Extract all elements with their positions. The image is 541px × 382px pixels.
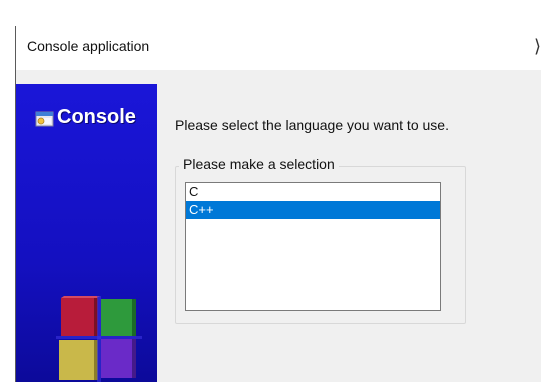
list-item-cpp[interactable]: C++ [186,201,440,219]
banner-title: Console [57,106,136,128]
window-title: Console application [27,38,150,54]
language-listbox[interactable]: C C++ [185,182,441,311]
colored-cubes-graphic [56,296,142,382]
console-application-dialog: Console application ⟩ Console Please sel… [16,26,541,382]
language-prompt: Please select the language you want to u… [175,117,449,133]
title-bar[interactable]: Console application ⟩ [16,26,541,70]
selection-group-label: Please make a selection [179,156,339,172]
close-icon[interactable]: ⟩ [534,36,541,57]
list-item-c[interactable]: C [186,183,440,201]
console-app-icon [35,111,54,127]
wizard-content: Please select the language you want to u… [157,84,541,382]
wizard-banner: Console [16,84,157,382]
